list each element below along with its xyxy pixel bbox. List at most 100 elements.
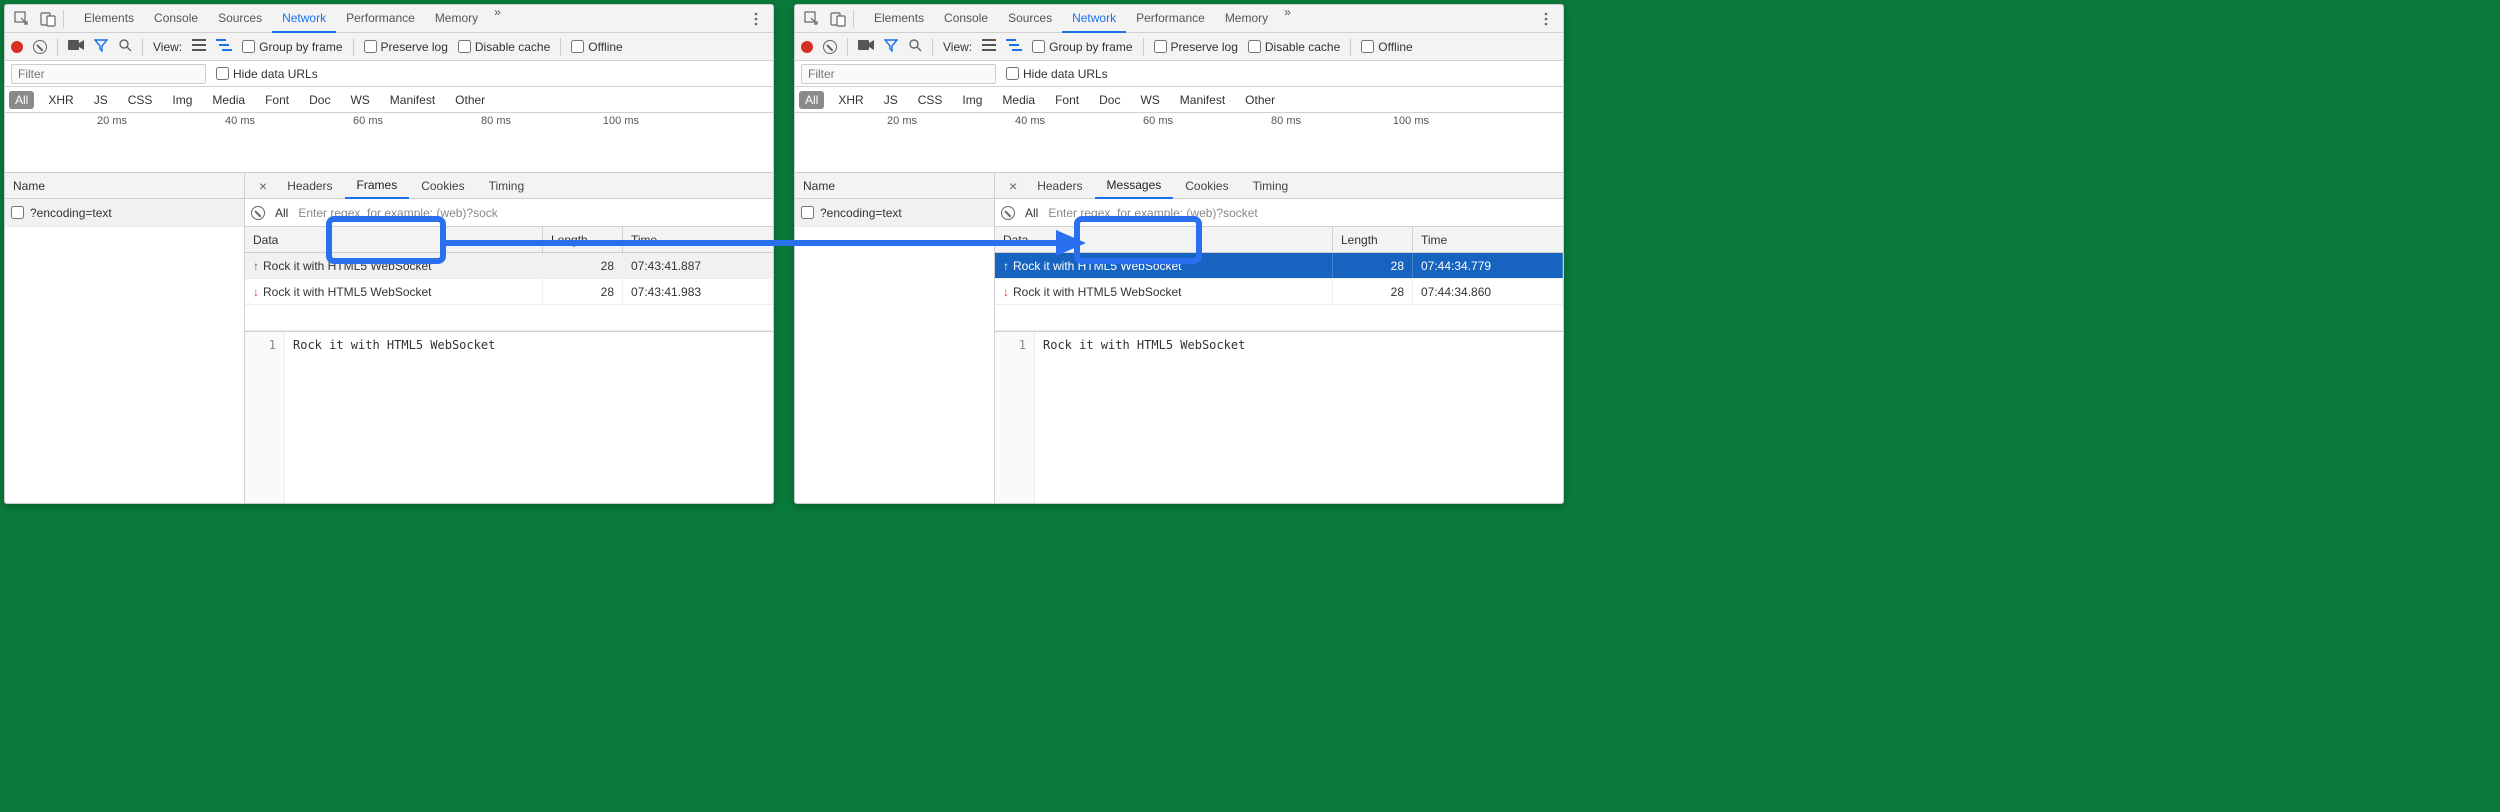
clear-icon[interactable] bbox=[823, 40, 837, 54]
request-row[interactable]: ?encoding=text bbox=[795, 199, 994, 227]
type-all[interactable]: All bbox=[799, 91, 824, 109]
type-doc[interactable]: Doc bbox=[303, 91, 336, 109]
msg-filter-hint[interactable]: Enter regex, for example: (web)?socket bbox=[1048, 206, 1257, 220]
filter-icon[interactable] bbox=[884, 38, 898, 55]
type-xhr[interactable]: XHR bbox=[832, 91, 869, 109]
col-time[interactable]: Time bbox=[623, 227, 773, 252]
tab-network[interactable]: Network bbox=[272, 5, 336, 33]
camera-icon[interactable] bbox=[858, 39, 874, 54]
dtab-headers[interactable]: Headers bbox=[275, 174, 344, 198]
view-list-icon[interactable] bbox=[192, 39, 206, 54]
dtab-headers[interactable]: Headers bbox=[1025, 174, 1094, 198]
timeline[interactable]: 20 ms 40 ms 60 ms 80 ms 100 ms bbox=[5, 113, 773, 173]
view-list-icon[interactable] bbox=[982, 39, 996, 54]
more-tabs-icon[interactable]: » bbox=[488, 5, 507, 33]
type-img[interactable]: Img bbox=[166, 91, 198, 109]
close-icon[interactable]: × bbox=[1001, 178, 1025, 194]
type-css[interactable]: CSS bbox=[912, 91, 949, 109]
disable-cache-checkbox[interactable]: Disable cache bbox=[458, 40, 550, 54]
col-length[interactable]: Length bbox=[1333, 227, 1413, 252]
more-tabs-icon[interactable]: » bbox=[1278, 5, 1297, 33]
offline-checkbox[interactable]: Offline bbox=[1361, 40, 1412, 54]
message-row[interactable]: ↓Rock it with HTML5 WebSocket 28 07:43:4… bbox=[245, 279, 773, 305]
filter-input[interactable] bbox=[11, 64, 206, 84]
filter-input[interactable] bbox=[801, 64, 996, 84]
device-icon[interactable] bbox=[827, 8, 849, 30]
tab-memory[interactable]: Memory bbox=[1215, 5, 1278, 33]
tab-sources[interactable]: Sources bbox=[998, 5, 1062, 33]
type-all[interactable]: All bbox=[9, 91, 34, 109]
tab-performance[interactable]: Performance bbox=[1126, 5, 1215, 33]
col-data[interactable]: Data bbox=[995, 227, 1333, 252]
name-header[interactable]: Name bbox=[795, 173, 994, 199]
type-js[interactable]: JS bbox=[88, 91, 114, 109]
tab-sources[interactable]: Sources bbox=[208, 5, 272, 33]
dots-icon[interactable] bbox=[1535, 8, 1557, 30]
clear-messages-icon[interactable] bbox=[251, 206, 265, 220]
type-ws[interactable]: WS bbox=[344, 91, 375, 109]
type-media[interactable]: Media bbox=[996, 91, 1041, 109]
group-by-frame-checkbox[interactable]: Group by frame bbox=[242, 40, 342, 54]
type-manifest[interactable]: Manifest bbox=[1174, 91, 1231, 109]
camera-icon[interactable] bbox=[68, 39, 84, 54]
tab-elements[interactable]: Elements bbox=[864, 5, 934, 33]
clear-icon[interactable] bbox=[33, 40, 47, 54]
type-other[interactable]: Other bbox=[449, 91, 491, 109]
filter-icon[interactable] bbox=[94, 38, 108, 55]
request-row[interactable]: ?encoding=text bbox=[5, 199, 244, 227]
record-icon[interactable] bbox=[801, 41, 813, 53]
type-media[interactable]: Media bbox=[206, 91, 251, 109]
col-time[interactable]: Time bbox=[1413, 227, 1563, 252]
tab-network[interactable]: Network bbox=[1062, 5, 1126, 33]
offline-checkbox[interactable]: Offline bbox=[571, 40, 622, 54]
tab-console[interactable]: Console bbox=[934, 5, 998, 33]
dtab-timing[interactable]: Timing bbox=[477, 174, 537, 198]
preserve-log-checkbox[interactable]: Preserve log bbox=[1154, 40, 1238, 54]
dots-icon[interactable] bbox=[745, 8, 767, 30]
search-icon[interactable] bbox=[118, 38, 132, 55]
type-js[interactable]: JS bbox=[878, 91, 904, 109]
type-other[interactable]: Other bbox=[1239, 91, 1281, 109]
dtab-messages[interactable]: Messages bbox=[1095, 173, 1174, 199]
tab-console[interactable]: Console bbox=[144, 5, 208, 33]
col-length[interactable]: Length bbox=[543, 227, 623, 252]
device-icon[interactable] bbox=[37, 8, 59, 30]
type-manifest[interactable]: Manifest bbox=[384, 91, 441, 109]
type-css[interactable]: CSS bbox=[122, 91, 159, 109]
close-icon[interactable]: × bbox=[251, 178, 275, 194]
type-font[interactable]: Font bbox=[259, 91, 295, 109]
hide-data-urls-checkbox[interactable]: Hide data URLs bbox=[1006, 67, 1108, 81]
preview-body[interactable]: Rock it with HTML5 WebSocket bbox=[1035, 332, 1563, 503]
clear-messages-icon[interactable] bbox=[1001, 206, 1015, 220]
tab-memory[interactable]: Memory bbox=[425, 5, 488, 33]
message-row[interactable]: ↑Rock it with HTML5 WebSocket 28 07:43:4… bbox=[245, 253, 773, 279]
type-img[interactable]: Img bbox=[956, 91, 988, 109]
timeline[interactable]: 20 ms 40 ms 60 ms 80 ms 100 ms bbox=[795, 113, 1563, 173]
hide-data-urls-checkbox[interactable]: Hide data URLs bbox=[216, 67, 318, 81]
type-ws[interactable]: WS bbox=[1134, 91, 1165, 109]
type-font[interactable]: Font bbox=[1049, 91, 1085, 109]
msg-filter-all[interactable]: All bbox=[1025, 206, 1038, 220]
dtab-frames[interactable]: Frames bbox=[345, 173, 410, 199]
col-data[interactable]: Data bbox=[245, 227, 543, 252]
request-row-checkbox[interactable] bbox=[801, 206, 814, 219]
disable-cache-checkbox[interactable]: Disable cache bbox=[1248, 40, 1340, 54]
type-xhr[interactable]: XHR bbox=[42, 91, 79, 109]
message-row[interactable]: ↑Rock it with HTML5 WebSocket 28 07:44:3… bbox=[995, 253, 1563, 279]
dtab-cookies[interactable]: Cookies bbox=[409, 174, 476, 198]
view-waterfall-icon[interactable] bbox=[1006, 39, 1022, 54]
search-icon[interactable] bbox=[908, 38, 922, 55]
name-header[interactable]: Name bbox=[5, 173, 244, 199]
msg-filter-hint[interactable]: Enter regex, for example: (web)?sock bbox=[298, 206, 497, 220]
dtab-timing[interactable]: Timing bbox=[1241, 174, 1301, 198]
inspect-icon[interactable] bbox=[11, 8, 33, 30]
preview-body[interactable]: Rock it with HTML5 WebSocket bbox=[285, 332, 773, 503]
message-row[interactable]: ↓Rock it with HTML5 WebSocket 28 07:44:3… bbox=[995, 279, 1563, 305]
tab-elements[interactable]: Elements bbox=[74, 5, 144, 33]
preserve-log-checkbox[interactable]: Preserve log bbox=[364, 40, 448, 54]
view-waterfall-icon[interactable] bbox=[216, 39, 232, 54]
group-by-frame-checkbox[interactable]: Group by frame bbox=[1032, 40, 1132, 54]
dtab-cookies[interactable]: Cookies bbox=[1173, 174, 1240, 198]
msg-filter-all[interactable]: All bbox=[275, 206, 288, 220]
type-doc[interactable]: Doc bbox=[1093, 91, 1126, 109]
